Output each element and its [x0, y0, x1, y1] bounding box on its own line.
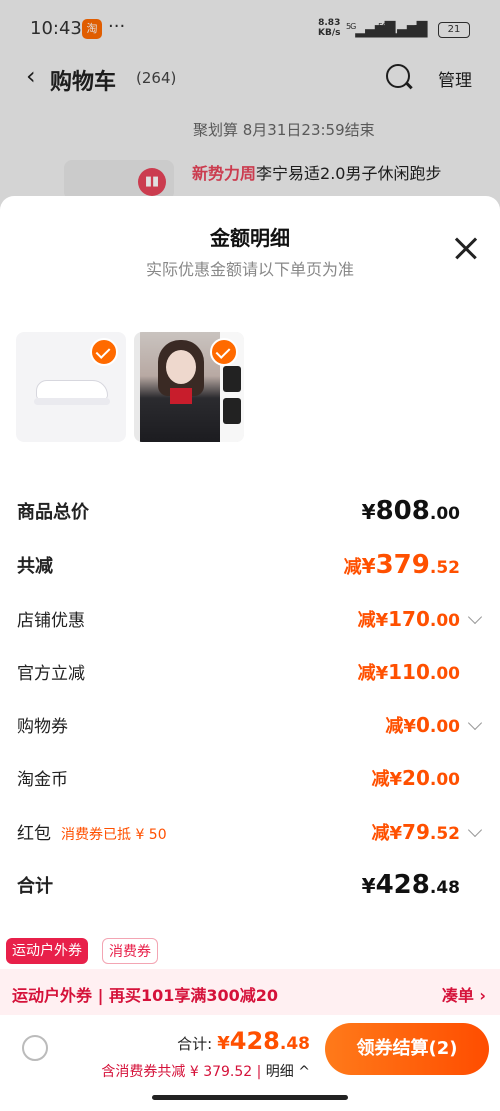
row-value: 减¥20.00	[371, 766, 461, 790]
amount-detail-sheet: 金额明细 实际优惠金额请以下单页为准 商品总价 ¥808.00 共减 减¥379…	[0, 196, 500, 1111]
row-value: 减¥170.00	[357, 607, 460, 631]
row-label: 共减	[17, 556, 53, 577]
sheet-subtitle: 实际优惠金额请以下单页为准	[145, 260, 354, 279]
checkmark-icon[interactable]	[90, 338, 118, 366]
detail-toggle[interactable]: 明细 ^	[261, 1064, 310, 1080]
total-amount: 合计: ¥428.48	[177, 1027, 310, 1055]
row-official-discount: 官方立减 减¥110.00	[0, 655, 500, 695]
row-label: 购物券	[17, 717, 68, 737]
row-label: 店铺优惠	[17, 611, 85, 631]
product-thumbnail-jacket[interactable]	[134, 332, 244, 442]
swatch-2	[223, 398, 241, 424]
shoe-image	[36, 380, 108, 400]
model-scarf	[170, 388, 192, 404]
row-value: ¥808.00	[361, 496, 460, 526]
row-value: 减¥110.00	[357, 660, 460, 684]
redpack-note: 消费券已抵 ¥ 50	[61, 827, 167, 843]
row-voucher[interactable]: 购物券 减¥0.00	[0, 708, 500, 748]
row-value: 减¥379.52	[343, 550, 460, 580]
row-label: 合计	[17, 876, 53, 897]
model-photo	[140, 332, 220, 442]
row-redpack[interactable]: 红包 消费券已抵 ¥ 50 减¥79.52	[0, 815, 500, 855]
row-total-reduce: 共减 减¥379.52	[0, 548, 500, 588]
model-face	[166, 350, 196, 384]
consumer-coupon-tag: 消费券	[102, 938, 158, 964]
chevron-down-icon[interactable]	[467, 822, 483, 838]
chevron-down-icon[interactable]	[467, 715, 483, 731]
row-label: 官方立减	[17, 664, 85, 684]
row-goods-total: 商品总价 ¥808.00	[0, 494, 500, 534]
category-coupon-tag: 运动户外券	[6, 938, 88, 964]
sheet-title: 金额明细	[210, 226, 290, 250]
row-taojinbi: 淘金币 减¥20.00	[0, 761, 500, 801]
row-value: 减¥79.52	[371, 820, 461, 844]
swatch-1	[223, 366, 241, 392]
row-sum: 合计 ¥428.48	[0, 868, 500, 908]
checkout-button[interactable]: 领券结算(2)	[325, 1023, 489, 1075]
add-on-text: 运动户外券 | 再买101享满300减20	[12, 986, 279, 1005]
close-icon[interactable]	[452, 234, 482, 264]
row-label: 红包 消费券已抵 ¥ 50	[17, 824, 167, 844]
row-store-discount[interactable]: 店铺优惠 减¥170.00	[0, 602, 500, 642]
home-indicator	[152, 1095, 348, 1100]
row-label: 商品总价	[17, 502, 89, 523]
checkmark-icon[interactable]	[210, 338, 238, 366]
row-label: 淘金币	[17, 770, 68, 790]
checkout-bar: 合计: ¥428.48 含消费券共减 ¥ 379.52 | 明细 ^ 领券结算(…	[0, 1019, 500, 1111]
add-on-strip[interactable]: 运动户外券 | 再买101享满300减20 凑单 ›	[0, 969, 500, 1015]
row-value: ¥428.48	[361, 870, 460, 900]
product-thumbnail-shoe[interactable]	[16, 332, 126, 442]
discount-summary: 含消费券共减 ¥ 379.52 | 明细 ^	[101, 1064, 310, 1080]
chevron-down-icon[interactable]	[467, 609, 483, 625]
select-all-radio[interactable]	[22, 1035, 48, 1061]
row-value: 减¥0.00	[385, 713, 460, 737]
add-on-link[interactable]: 凑单 ›	[442, 982, 486, 1006]
shoe-sole	[34, 398, 110, 405]
